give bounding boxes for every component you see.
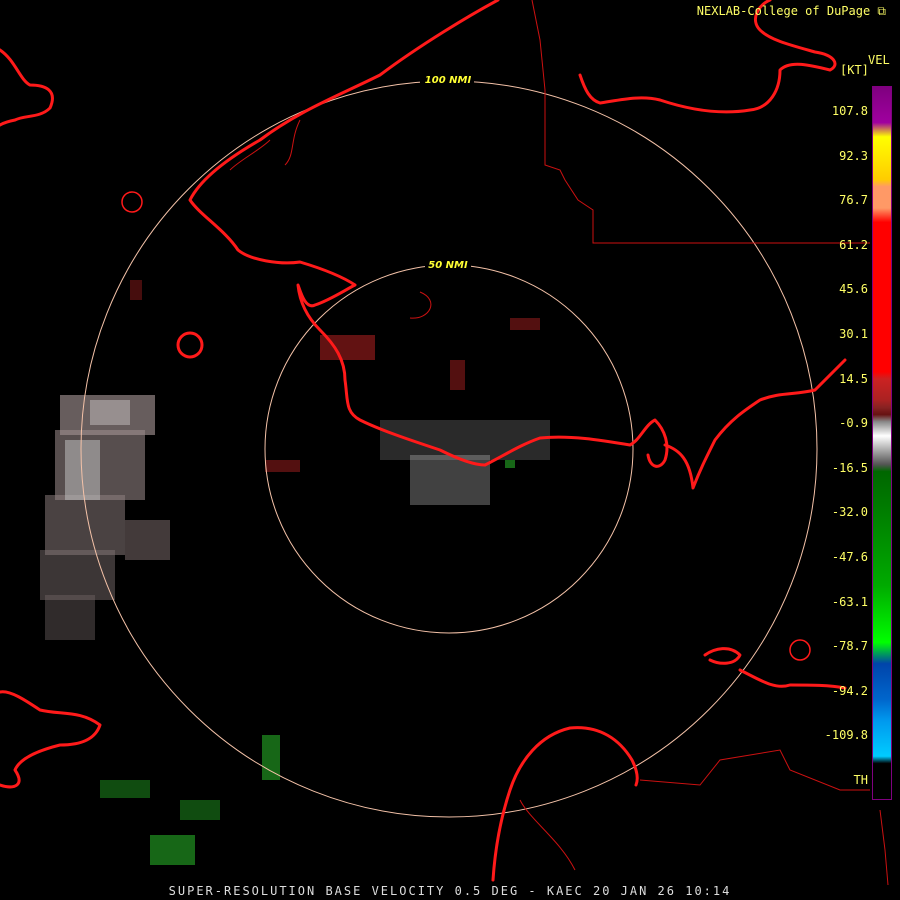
legend-tick-label: 30.1: [839, 327, 868, 341]
radar-returns-west: [40, 395, 170, 640]
legend-tick-label: -16.5: [831, 460, 868, 475]
external-link-icon: ⧉: [877, 4, 886, 18]
legend-tick-label: -47.6: [831, 550, 868, 564]
range-ring-50nmi-label: 50 NMI: [428, 260, 468, 271]
legend-ticks: 107.8 92.3 76.7 61.2 45.6 30.1 14.5 -0.9 -16.5 -3…: [808, 0, 870, 900]
legend-tick-label: -63.1: [831, 594, 868, 609]
velocity-colorbar: [872, 86, 892, 800]
range-ring-100nmi-label: 100 NMI: [425, 75, 472, 86]
legend-tick-label: 107.8: [831, 104, 868, 118]
legend-tick-label: 76.7: [839, 193, 868, 208]
radar-viewer: 50 NMI 100 NMI NEXLAB-College of DuPage …: [0, 0, 900, 900]
legend-tick-label: -109.8: [824, 728, 868, 743]
legend-tick-label: 45.6: [839, 282, 868, 297]
parish-boundaries: [229, 0, 889, 886]
legend-tick-label: 92.3: [839, 148, 868, 163]
legend-tick-label: -0.9: [839, 416, 868, 431]
legend-tick-label: 14.5: [839, 371, 868, 386]
legend-title: VEL: [868, 53, 890, 67]
legend-tick-label: TH: [853, 773, 868, 787]
radar-returns-center: [130, 280, 550, 505]
radar-map: 50 NMI 100 NMI: [0, 0, 889, 886]
product-caption: SUPER-RESOLUTION BASE VELOCITY 0.5 DEG -…: [168, 884, 732, 898]
legend-tick-label: -78.7: [831, 639, 868, 654]
legend-tick-label: 61.2: [839, 237, 868, 252]
legend-tick-label: -94.2: [831, 683, 868, 698]
legend-tick-label: -32.0: [831, 505, 868, 520]
